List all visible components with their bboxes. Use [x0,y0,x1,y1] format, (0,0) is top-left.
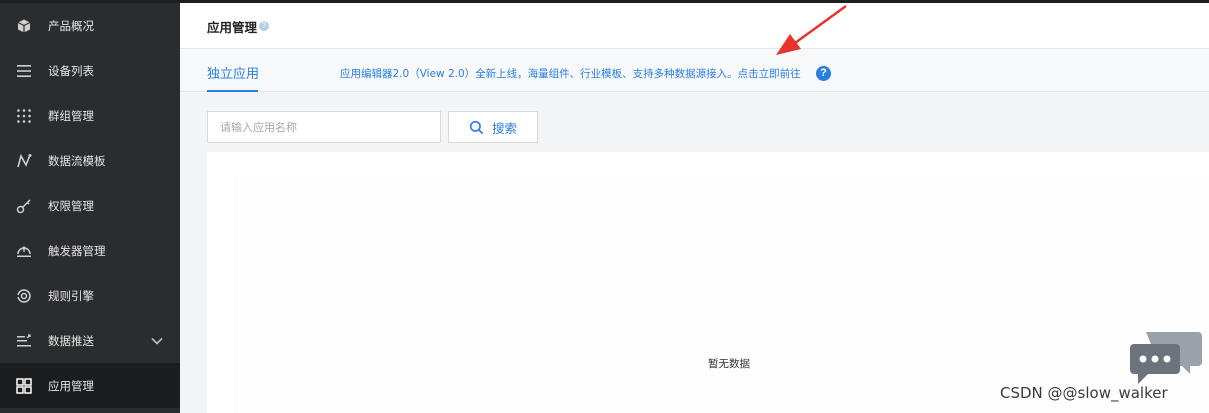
list-icon [15,62,33,80]
active-tab-indicator [207,90,258,92]
sidebar-item-device-list[interactable]: 设备列表 [0,48,180,93]
key-icon [15,197,33,215]
grid-dots-icon [15,107,33,125]
sidebar-item-label: 规则引擎 [48,288,94,303]
chat-bubble-icon [1130,332,1202,384]
push-icon [15,332,33,350]
sidebar-item-app-management[interactable]: 应用管理 [0,363,180,408]
tab-bar: 独立应用 应用编辑器2.0（View 2.0）全新上线，海量组件、行业模板、支持… [180,48,1209,92]
search-icon [469,120,484,134]
watermark: CSDN @@slow_walker [1000,384,1168,402]
apps-icon [15,377,33,395]
sidebar-item-label: 群组管理 [48,108,94,123]
sidebar-item-permission-management[interactable]: 权限管理 [0,183,180,228]
sidebar-item-label: 设备列表 [48,63,94,78]
app-name-search-input[interactable] [207,111,441,143]
sidebar-item-dataflow-template[interactable]: 数据流模板 [0,138,180,183]
sidebar-item-rule-engine[interactable]: 规则引擎 [0,273,180,318]
sidebar-item-group-management[interactable]: 群组管理 [0,93,180,138]
sidebar-item-label: 应用管理 [48,378,94,393]
sidebar-item-label: 权限管理 [48,198,94,213]
search-button[interactable]: 搜索 [448,111,538,143]
empty-state-text: 暂无数据 [708,358,750,370]
cube-icon [15,17,33,35]
sidebar-item-label: 触发器管理 [48,243,106,258]
page-title: 应用管理 [207,20,258,35]
trigger-icon [15,242,33,260]
app-list-panel: 暂无数据 [207,152,1209,413]
flow-icon [15,152,33,170]
question-circle-icon[interactable]: ? [816,66,831,81]
sidebar: 产品概况 设备列表 群组管理 数据流模板 权限管理 触发器管理 规则引擎 数据推… [0,0,180,413]
view2-notice-link[interactable]: 应用编辑器2.0（View 2.0）全新上线，海量组件、行业模板、支持多种数据源… [340,66,801,81]
sidebar-item-data-push[interactable]: 数据推送 [0,318,180,363]
sidebar-item-label: 数据流模板 [48,153,106,168]
question-icon[interactable]: ? [259,21,269,31]
sidebar-item-product-overview[interactable]: 产品概况 [0,3,180,48]
chevron-down-icon[interactable] [150,334,164,348]
sidebar-item-trigger-management[interactable]: 触发器管理 [0,228,180,273]
search-button-label: 搜索 [491,120,517,136]
page-header: 应用管理 ? [180,3,1209,48]
top-border [0,0,1209,3]
tab-standalone-apps[interactable]: 独立应用 [207,63,259,82]
sidebar-item-label: 产品概况 [48,18,94,33]
app-list-body [233,176,1209,413]
sidebar-item-label: 数据推送 [48,333,94,348]
rule-engine-icon [15,287,33,305]
